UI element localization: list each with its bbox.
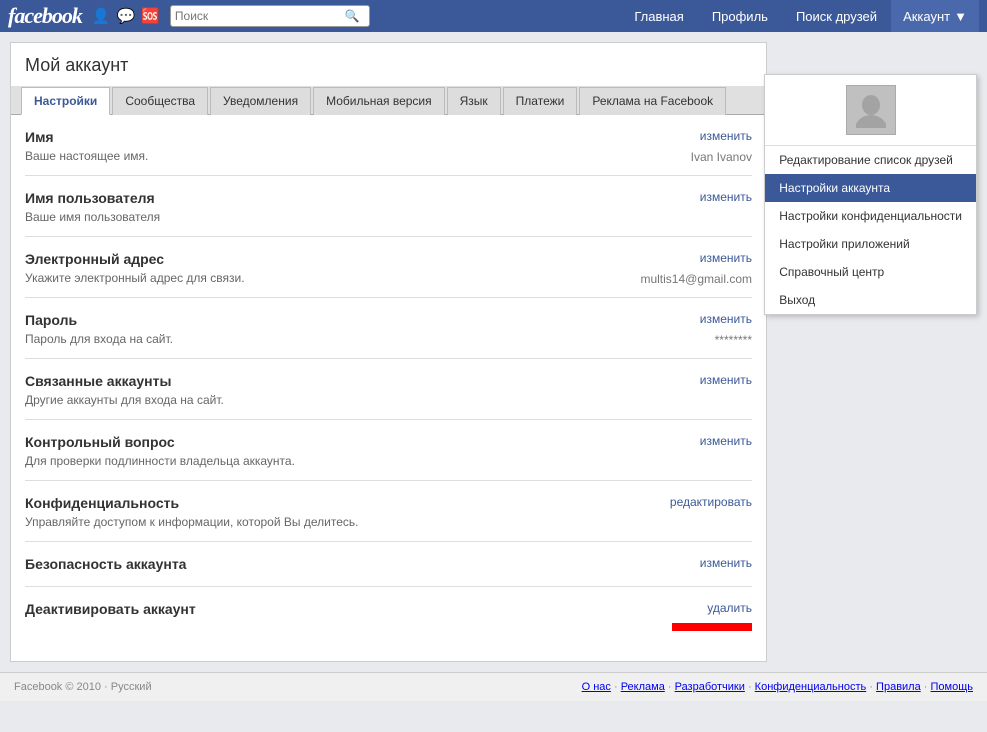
- page-footer: Facebook © 2010 · Русский О нас · Реклам…: [0, 672, 987, 701]
- settings-row: Деактивировать аккаунт удалить: [25, 587, 752, 641]
- footer-separator: ·: [921, 681, 931, 693]
- settings-row-action[interactable]: изменить: [682, 434, 752, 448]
- tab-реклама-на-facebook[interactable]: Реклама на Facebook: [579, 87, 726, 115]
- avatar-section: [765, 75, 976, 146]
- deactivate-bar: [672, 623, 752, 631]
- settings-row-title: Электронный адрес: [25, 251, 164, 267]
- settings-row-desc: Для проверки подлинности владельца аккау…: [25, 454, 295, 468]
- settings-row-desc: Управляйте доступом к информации, которо…: [25, 515, 358, 529]
- footer-links: О нас · Реклама · Разработчики · Конфиде…: [582, 681, 973, 693]
- nav-icons: 👤 💬 🆘: [92, 7, 160, 25]
- settings-row-action[interactable]: изменить: [682, 251, 752, 265]
- settings-row-title: Связанные аккаунты: [25, 373, 171, 389]
- tab-платежи[interactable]: Платежи: [503, 87, 578, 115]
- settings-row: Связанные аккаунты изменить Другие аккаунт…: [25, 359, 752, 420]
- dropdown-menu-item[interactable]: Выход: [765, 286, 976, 314]
- footer-link[interactable]: Помощь: [931, 681, 974, 693]
- settings-row: Безопасность аккаунта изменить: [25, 542, 752, 587]
- settings-row-desc: Ваше настоящее имя.: [25, 149, 148, 163]
- settings-row-title: Контрольный вопрос: [25, 434, 175, 450]
- settings-row-desc: Другие аккаунты для входа на сайт.: [25, 393, 224, 407]
- page-wrapper: Мой аккаунт НастройкиСообществаУведомлен…: [0, 32, 987, 672]
- settings-row-action[interactable]: изменить: [682, 312, 752, 326]
- nav-home[interactable]: Главная: [620, 0, 697, 32]
- dropdown-menu-item[interactable]: Справочный центр: [765, 258, 976, 286]
- settings-row-value: Ivan Ivanov: [691, 150, 752, 164]
- search-box: 🔍: [170, 5, 370, 27]
- settings-row-action[interactable]: удалить: [682, 601, 752, 615]
- facebook-logo: facebook: [8, 3, 82, 29]
- settings-row-title: Конфиденциальность: [25, 495, 179, 511]
- chevron-down-icon: ▼: [954, 9, 967, 24]
- search-icon: 🔍: [345, 9, 360, 23]
- top-navigation: facebook 👤 💬 🆘 🔍 Главная Профиль Поиск д…: [0, 0, 987, 32]
- tab-мобильная-версия[interactable]: Мобильная версия: [313, 87, 445, 115]
- footer-link[interactable]: Конфиденциальность: [755, 681, 867, 693]
- settings-row-title: Безопасность аккаунта: [25, 556, 186, 572]
- settings-row: Имя пользователя изменить Ваше имя пользов…: [25, 176, 752, 237]
- search-input[interactable]: [175, 9, 345, 23]
- settings-row-value: multis14@gmail.com: [640, 272, 752, 286]
- footer-separator: ·: [745, 681, 755, 693]
- settings-row-action[interactable]: изменить: [682, 556, 752, 570]
- settings-row-title: Деактивировать аккаунт: [25, 601, 196, 617]
- nav-profile[interactable]: Профиль: [698, 0, 782, 32]
- dropdown-items: Редактирование список друзейНастройки ак…: [765, 146, 976, 314]
- settings-row-action[interactable]: изменить: [682, 190, 752, 204]
- settings-row-value: ********: [715, 333, 752, 347]
- friends-icon[interactable]: 👤: [92, 7, 111, 25]
- tab-уведомления[interactable]: Уведомления: [210, 87, 311, 115]
- settings-row-action[interactable]: редактировать: [670, 495, 752, 509]
- footer-separator: ·: [866, 681, 876, 693]
- footer-link[interactable]: О нас: [582, 681, 611, 693]
- footer-link[interactable]: Реклама: [621, 681, 665, 693]
- footer-separator: ·: [611, 681, 621, 693]
- settings-row: Контрольный вопрос изменить Для проверки п…: [25, 420, 752, 481]
- dropdown-menu-item[interactable]: Настройки приложений: [765, 230, 976, 258]
- nav-find-friends[interactable]: Поиск друзей: [782, 0, 891, 32]
- dropdown-menu-item[interactable]: Настройки конфиденциальности: [765, 202, 976, 230]
- dropdown-menu-item[interactable]: Настройки аккаунта: [765, 174, 976, 202]
- footer-link[interactable]: Правила: [876, 681, 921, 693]
- tab-сообщества[interactable]: Сообщества: [112, 87, 208, 115]
- page-title: Мой аккаунт: [11, 43, 766, 86]
- settings-row-action[interactable]: изменить: [682, 129, 752, 143]
- settings-row-desc: Ваше имя пользователя: [25, 210, 160, 224]
- footer-link[interactable]: Разработчики: [675, 681, 745, 693]
- account-menu-button[interactable]: Аккаунт ▼: [891, 0, 979, 32]
- notifications-icon[interactable]: 🆘: [141, 7, 160, 25]
- settings-row-title: Имя: [25, 129, 54, 145]
- settings-row-desc: Пароль для входа на сайт.: [25, 332, 173, 346]
- dropdown-menu-item[interactable]: Редактирование список друзей: [765, 146, 976, 174]
- settings-row-action[interactable]: изменить: [682, 373, 752, 387]
- right-nav: Главная Профиль Поиск друзей Аккаунт ▼: [620, 0, 979, 32]
- account-dropdown: Редактирование список друзейНастройки ак…: [764, 74, 977, 315]
- tabs-row: НастройкиСообществаУведомленияМобильная …: [11, 86, 766, 115]
- settings-row-title: Пароль: [25, 312, 77, 328]
- main-content: Мой аккаунт НастройкиСообществаУведомлен…: [10, 42, 767, 662]
- avatar: [846, 85, 896, 135]
- messages-icon[interactable]: 💬: [117, 7, 136, 25]
- settings-container: Имя изменить Ваше настоящее имя. Ivan Ivano…: [11, 115, 766, 661]
- tab-язык[interactable]: Язык: [447, 87, 501, 115]
- settings-row: Электронный адрес изменить Укажите электро…: [25, 237, 752, 298]
- settings-row-title: Имя пользователя: [25, 190, 155, 206]
- settings-row: Пароль изменить Пароль для входа на сайт. *…: [25, 298, 752, 359]
- footer-separator: ·: [665, 681, 675, 693]
- footer-copyright: Facebook © 2010 · Русский: [14, 681, 152, 693]
- tab-настройки[interactable]: Настройки: [21, 87, 110, 115]
- settings-row-desc: Укажите электронный адрес для связи.: [25, 271, 245, 285]
- settings-row: Имя изменить Ваше настоящее имя. Ivan Ivano…: [25, 115, 752, 176]
- settings-row: Конфиденциальность редактировать Управляйт…: [25, 481, 752, 542]
